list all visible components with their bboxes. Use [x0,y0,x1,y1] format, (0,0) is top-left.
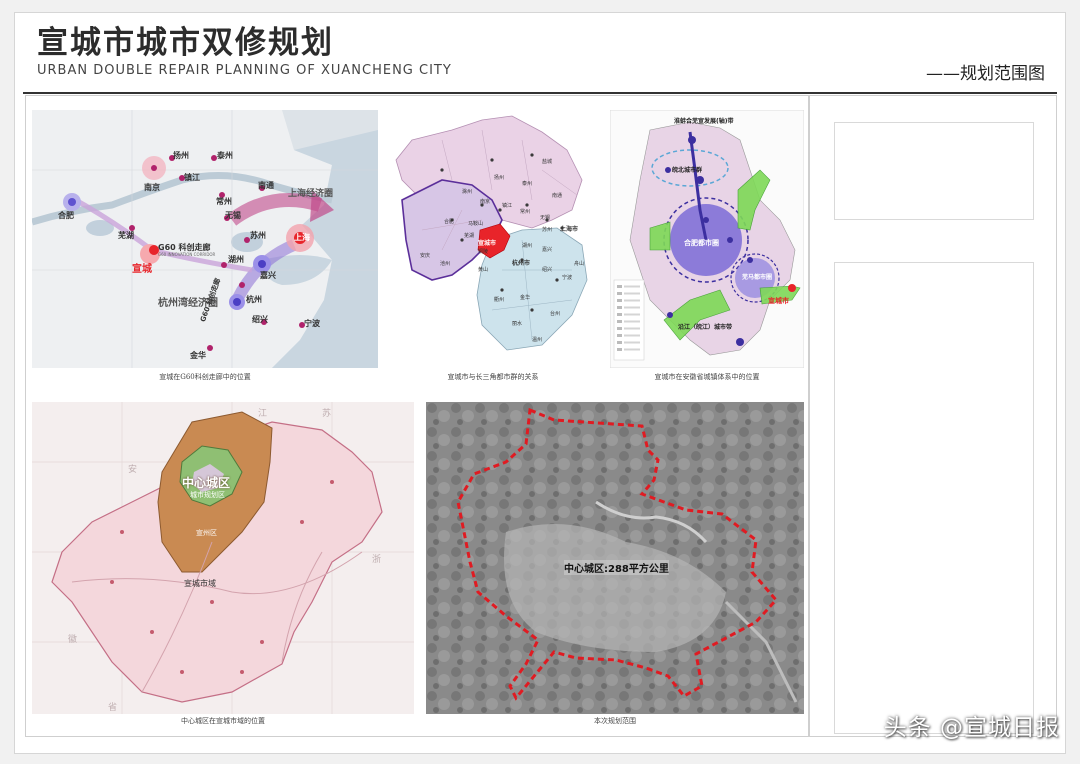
city-label: 无锡 [225,211,241,220]
province-label: 苏 [322,409,332,419]
city-label: 嘉兴 [542,247,553,253]
city-label: 南通 [258,181,274,190]
city-label: 芜湖 [464,233,475,239]
city-label: 南京 [480,199,491,205]
panel-anhui-system: 淮蚌合芜宣发展(轴)带 皖北城市群 合肥都市圈 芜马都市圈 宣城市 沿江（皖江）… [610,110,804,386]
city-label: 宁波 [304,319,320,328]
planning-area-label: 城市规划区 [190,491,225,499]
north-cluster-label: 皖北城市群 [672,167,703,174]
city-label: 南京 [144,183,160,192]
header-rule [23,92,1057,94]
title-english: URBAN DOUBLE REPAIR PLANNING OF XUANCHEN… [37,63,452,78]
yrd-labels: 宣城市 合肥 南京 镇江 常州 无锡 苏州 上海市 芜湖 马鞍山 湖州 嘉兴 杭… [382,110,604,368]
city-label: 苏州 [542,227,553,233]
city-label: 盐城 [542,159,553,165]
city-label: 池州 [440,261,451,267]
city-label: 合肥 [444,219,455,225]
side-panel [809,95,1057,737]
center-area-label: 中心城区 [182,476,231,490]
city-label: 衢州 [494,297,505,303]
city-label: 杭州市 [512,260,531,267]
city-label: 滁州 [462,189,473,195]
maps-frame: 扬州 泰州 镇江 南京 常州 南通 无锡 苏州 上海 合肥 芜湖 宣城 湖州 嘉… [25,95,809,737]
city-label: 绍兴 [252,315,268,324]
map-subtitle: ——规划范围图 [926,64,1045,84]
xuancheng-label: 宣城市 [768,297,789,305]
city-label: 湖州 [228,255,244,264]
title-chinese: 宣城市城市双修规划 [37,25,334,61]
side-box-bottom [834,262,1034,734]
caption-county: 中心城区在宣城市域的位置 [181,717,265,725]
city-label: 扬州 [494,175,505,181]
panel-planning-scope: 中心城区:288平方公里 本次规划范围 [426,402,804,732]
city-label: 铜陵 [478,249,489,255]
city-label: 苏州 [250,231,266,240]
city-label: 杭州 [246,295,262,304]
g60-labels: 扬州 泰州 镇江 南京 常州 南通 无锡 苏州 上海 合肥 芜湖 宣城 湖州 嘉… [32,110,378,368]
city-label: 安庆 [420,253,431,259]
province-label: 浙 [372,555,382,565]
province-label: 省 [108,703,118,713]
county-labels: 中心城区 城市规划区 宣州区 宣城市域 江 苏 安 徽 浙 省 [32,402,414,714]
caption-yrd: 宣城市与长三角都市群的关系 [447,373,539,381]
planning-area-size-label: 中心城区:288平方公里 [564,560,669,575]
city-label: 宁波 [562,275,573,281]
city-label: 温州 [532,337,543,343]
city-label: 丽水 [512,321,523,327]
city-label: 泰州 [522,181,533,187]
river-belt-label: 沿江（皖江）城市带 [678,324,733,331]
hefei-metro-label: 合肥都市圈 [684,239,719,247]
city-label: 常州 [520,209,531,215]
city-label: 泰州 [217,151,233,160]
panel-g60-corridor: 扬州 泰州 镇江 南京 常州 南通 无锡 苏州 上海 合肥 芜湖 宣城 湖州 嘉… [32,110,378,386]
city-label: 常州 [216,197,232,206]
watermark: 头条 @宣城日报 [883,715,1060,741]
document-sheet: 宣城市城市双修规划 URBAN DOUBLE REPAIR PLANNING O… [14,12,1066,754]
wuma-metro-label: 芜马都市圈 [742,274,773,281]
city-label: 扬州 [173,151,189,160]
panel-county-position: 中心城区 城市规划区 宣州区 宣城市域 江 苏 安 徽 浙 省 中心城区在宣城市… [32,402,414,732]
city-label: 镇江 [184,173,200,182]
city-label: 无锡 [540,215,551,221]
city-label: 嘉兴 [260,271,276,280]
anhui-labels: 淮蚌合芜宣发展(轴)带 皖北城市群 合肥都市圈 芜马都市圈 宣城市 沿江（皖江）… [610,110,804,368]
city-label: 黄山 [478,267,489,273]
province-label: 江 [258,409,268,419]
province-label: 安 [128,465,138,475]
city-label: 金华 [520,295,531,301]
corridor-label-en: G60 INNOVATION CORRIDOR [158,252,216,257]
city-label: 马鞍山 [468,221,484,227]
city-label: 上海 [294,233,310,242]
province-label: 徽 [68,635,78,645]
city-label-xuancheng: 宣城 [132,264,152,275]
city-label: 上海市 [560,226,579,233]
city-label: 台州 [550,311,561,317]
panel-yrd-relation: 宣城市 合肥 南京 镇江 常州 无锡 苏州 上海市 芜湖 马鞍山 湖州 嘉兴 杭… [382,110,604,386]
caption-aerial: 本次规划范围 [594,717,636,725]
xuancheng-highlight-label: 宣城市 [478,240,497,247]
shanghai-circle-label: 上海经济圈 [288,189,334,199]
city-label: 金华 [190,351,206,360]
city-label: 绍兴 [542,267,553,273]
city-label: 舟山 [574,261,585,267]
city-label: 芜湖 [118,231,134,240]
city-domain-label: 宣城市域 [184,579,216,588]
city-label: 南通 [552,193,563,199]
district-label: 宣州区 [196,529,217,537]
top-belt-label: 淮蚌合芜宣发展(轴)带 [674,118,734,125]
city-label: 湖州 [522,243,533,249]
side-box-top [834,122,1034,220]
aerial-labels: 中心城区:288平方公里 [426,402,804,714]
city-label: 合肥 [58,211,74,220]
city-label: 镇江 [502,203,513,209]
caption-anhui: 宣城市在安徽省城镇体系中的位置 [654,373,760,381]
caption-g60: 宣城在G60科创走廊中的位置 [159,373,251,381]
